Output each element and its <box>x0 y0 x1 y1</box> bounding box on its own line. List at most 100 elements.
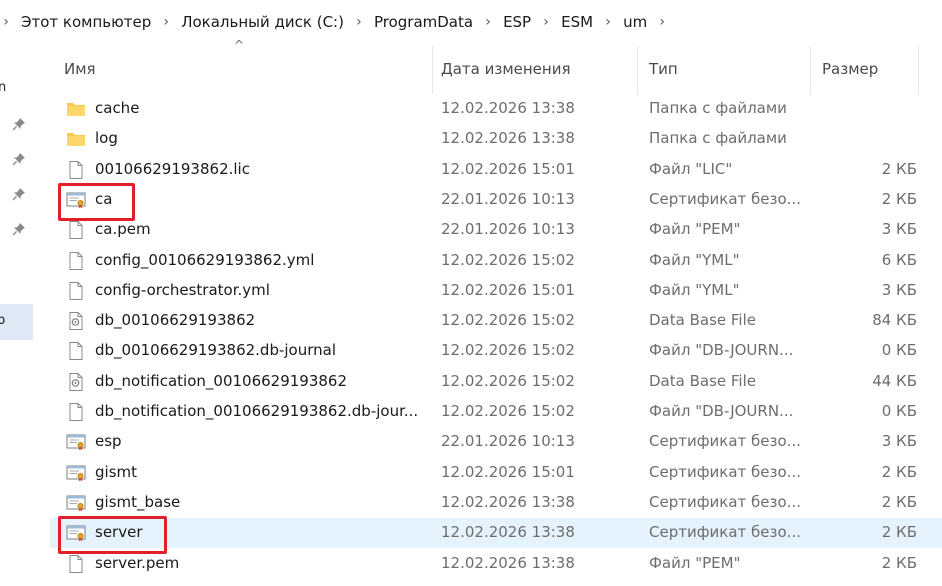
file-name: 00106629193862.lic <box>95 159 250 178</box>
file-name: gismt <box>95 462 137 481</box>
file-type: Сертификат безо... <box>649 432 801 451</box>
file-size: 44 КБ <box>872 371 917 390</box>
file-row[interactable]: log 12.02.2026 13:38 Папка с файлами <box>50 124 942 154</box>
file-type: Файл "DB-JOURN... <box>649 402 794 420</box>
file-size: 2 КБ <box>881 492 917 511</box>
chevron-right-icon[interactable]: › <box>604 14 612 30</box>
file-row[interactable]: db_notification_00106629193862 12.02.2026… <box>50 367 942 397</box>
file-type: Сертификат безо... <box>649 189 801 208</box>
database-file-icon <box>66 372 86 392</box>
file-date: 12.02.2026 15:02 <box>441 311 575 330</box>
nav-item-label[interactable]: n <box>0 80 6 95</box>
file-row[interactable]: db_00106629193862 12.02.2026 15:02 Data Ba… <box>50 306 942 336</box>
file-name: esp <box>95 432 122 451</box>
file-row[interactable]: esp 22.01.2026 10:13 Сертификат безо... 3 К… <box>50 427 942 457</box>
column-header-date[interactable]: Дата изменения <box>441 54 571 84</box>
file-type: Data Base File <box>649 371 756 390</box>
breadcrumb-programdata[interactable]: ProgramData <box>374 13 473 31</box>
file-icon <box>66 281 86 301</box>
file-row[interactable]: cache 12.02.2026 13:38 Папка с файлами <box>50 94 942 124</box>
file-name: server.pem <box>95 553 180 572</box>
file-name: config_00106629193862.yml <box>95 250 315 269</box>
file-type: Сертификат безо... <box>649 462 801 481</box>
chevron-right-icon[interactable]: › <box>658 14 666 30</box>
file-row[interactable]: db_00106629193862.db-journal 12.02.2026 1… <box>50 336 942 366</box>
breadcrumb: › Этот компьютер › Локальный диск (C:) ›… <box>0 10 677 34</box>
breadcrumb-this-pc[interactable]: Этот компьютер <box>21 13 151 31</box>
chevron-right-icon[interactable]: › <box>355 14 363 30</box>
chevron-right-icon[interactable]: › <box>542 14 550 30</box>
file-name: db_00106629193862 <box>95 311 256 330</box>
certificate-icon <box>66 463 86 483</box>
file-icon <box>66 554 86 574</box>
breadcrumb-local-disk[interactable]: Локальный диск (C:) <box>181 13 344 31</box>
column-divider[interactable] <box>432 46 433 94</box>
file-row[interactable]: config-orchestrator.yml 12.02.2026 15:01 Ф… <box>50 276 942 306</box>
file-date: 12.02.2026 13:38 <box>441 129 575 148</box>
column-divider[interactable] <box>637 46 638 94</box>
file-size: 6 КБ <box>881 250 917 269</box>
file-name: db_notification_00106629193862.db-jour..… <box>95 402 419 420</box>
file-size: 2 КБ <box>881 189 917 208</box>
file-type: Файл "PEM" <box>649 220 741 239</box>
file-row[interactable]: ca.pem 22.01.2026 10:13 Файл "PEM" 3 КБ <box>50 215 942 245</box>
file-row[interactable]: server.pem 12.02.2026 13:38 Файл "PEM" 2 КБ <box>50 549 942 579</box>
folder-icon <box>66 129 86 149</box>
file-row[interactable]: gismt_base 12.02.2026 13:38 Сертификат без… <box>50 488 942 518</box>
address-bar[interactable]: › Этот компьютер › Локальный диск (C:) ›… <box>0 0 942 42</box>
breadcrumb-esp[interactable]: ESP <box>503 13 531 31</box>
chevron-right-icon[interactable]: › <box>484 14 492 30</box>
file-size: 2 КБ <box>881 523 917 542</box>
file-name: ca.pem <box>95 220 151 239</box>
nav-item-selected[interactable]: p <box>0 304 33 340</box>
file-icon <box>66 402 86 422</box>
column-divider[interactable] <box>918 46 919 94</box>
file-date: 22.01.2026 10:13 <box>441 220 575 239</box>
file-row[interactable]: config_00106629193862.yml 12.02.2026 15:0… <box>50 246 942 276</box>
file-date: 12.02.2026 15:02 <box>441 371 575 390</box>
file-date: 12.02.2026 15:02 <box>441 250 575 269</box>
file-date: 12.02.2026 15:01 <box>441 159 575 178</box>
file-size: 2 КБ <box>881 553 917 572</box>
file-size: 84 КБ <box>872 311 917 330</box>
column-header-size[interactable]: Размер <box>822 54 878 84</box>
file-row[interactable]: ca 22.01.2026 10:13 Сертификат безо... 2 КБ <box>50 185 942 215</box>
breadcrumb-esm[interactable]: ESM <box>561 13 593 31</box>
chevron-right-icon[interactable]: › <box>162 14 170 30</box>
file-size: 0 КБ <box>881 341 917 360</box>
file-name: gismt_base <box>95 492 181 511</box>
file-date: 12.02.2026 15:01 <box>441 280 575 299</box>
file-type: Сертификат безо... <box>649 492 801 511</box>
pin-icon <box>12 188 25 201</box>
file-row[interactable]: db_notification_00106629193862.db-jour..… <box>50 397 942 427</box>
pin-icon <box>12 153 25 166</box>
file-type: Файл "LIC" <box>649 159 733 178</box>
file-date: 12.02.2026 15:01 <box>441 462 575 481</box>
file-size: 3 КБ <box>881 432 917 451</box>
file-name: server <box>95 523 143 542</box>
file-type: Папка с файлами <box>649 129 787 148</box>
file-date: 22.01.2026 10:13 <box>441 432 575 451</box>
column-header-name[interactable]: Имя <box>64 54 96 84</box>
breadcrumb-um[interactable]: um <box>623 13 647 31</box>
file-date: 12.02.2026 13:38 <box>441 99 575 117</box>
folder-icon <box>66 99 86 119</box>
chevron-right-icon[interactable]: › <box>2 14 10 30</box>
file-row[interactable]: 00106629193862.lic 12.02.2026 15:01 Файл "… <box>50 155 942 185</box>
file-row[interactable]: gismt 12.02.2026 15:01 Сертификат безо... 2… <box>50 458 942 488</box>
file-row[interactable]: server 12.02.2026 13:38 Сертификат безо...… <box>50 518 942 549</box>
nav-item-label: p <box>0 313 6 328</box>
file-name: ca <box>95 189 113 208</box>
certificate-icon <box>66 432 86 452</box>
certificate-icon <box>66 523 86 543</box>
database-file-icon <box>66 311 86 331</box>
file-type: Файл "YML" <box>649 280 740 299</box>
file-type: Папка с файлами <box>649 99 787 117</box>
certificate-icon <box>66 493 86 513</box>
file-type: Сертификат безо... <box>649 523 801 542</box>
navigation-pane[interactable]: n p <box>0 42 34 586</box>
column-divider[interactable] <box>810 46 811 94</box>
certificate-icon <box>66 190 86 210</box>
file-name: cache <box>95 99 140 117</box>
column-header-type[interactable]: Тип <box>649 54 678 84</box>
